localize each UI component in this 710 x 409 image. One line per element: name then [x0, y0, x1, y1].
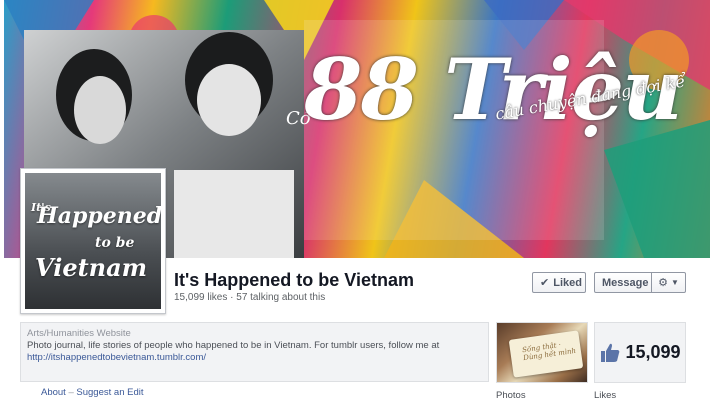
- page-stats: 15,099 likes · 57 talking about this: [174, 292, 326, 303]
- photos-label[interactable]: Photos: [496, 390, 526, 401]
- about-links: About – Suggest an Edit: [41, 387, 143, 398]
- page-description: Photo journal, life stories of people wh…: [27, 340, 440, 351]
- chevron-down-icon: ▼: [670, 278, 679, 287]
- tumblr-link[interactable]: http://itshappenedtobevietnam.tumblr.com…: [27, 352, 482, 364]
- profile-line-2: Happened: [37, 203, 161, 229]
- message-label: Message: [602, 276, 649, 289]
- message-button[interactable]: Message: [594, 272, 652, 293]
- profile-picture[interactable]: It's Happened to be Vietnam: [20, 168, 166, 314]
- likes-count: 15,099: [625, 342, 681, 362]
- profile-line-3: to be: [95, 235, 135, 251]
- liked-button[interactable]: ✔ Liked: [532, 272, 586, 293]
- photos-tile[interactable]: Sống thật · Dùng hết mình: [496, 322, 588, 383]
- profile-picture-image: It's Happened to be Vietnam: [25, 173, 161, 309]
- page-title[interactable]: It's Happened to be Vietnam: [174, 270, 414, 291]
- gear-icon: ⚙: [658, 277, 668, 289]
- about-box: Arts/Humanities Website Photo journal, l…: [20, 322, 489, 382]
- suggest-edit-link[interactable]: Suggest an Edit: [76, 387, 143, 398]
- about-link[interactable]: About: [41, 387, 66, 398]
- page-category[interactable]: Arts/Humanities Website: [27, 328, 482, 340]
- settings-dropdown-button[interactable]: ⚙ ▼: [651, 272, 686, 293]
- thumbs-up-icon: [601, 343, 620, 362]
- photos-card-text: Sống thật · Dùng hết mình: [521, 340, 577, 363]
- likes-tile[interactable]: 15,099: [594, 322, 686, 383]
- likes-label[interactable]: Likes: [594, 390, 616, 401]
- link-separator: –: [68, 387, 74, 398]
- profile-line-4: Vietnam: [35, 253, 148, 282]
- check-icon: ✔: [540, 277, 550, 289]
- photos-thumbnail: Sống thật · Dùng hết mình: [508, 330, 584, 378]
- liked-label: Liked: [553, 276, 582, 289]
